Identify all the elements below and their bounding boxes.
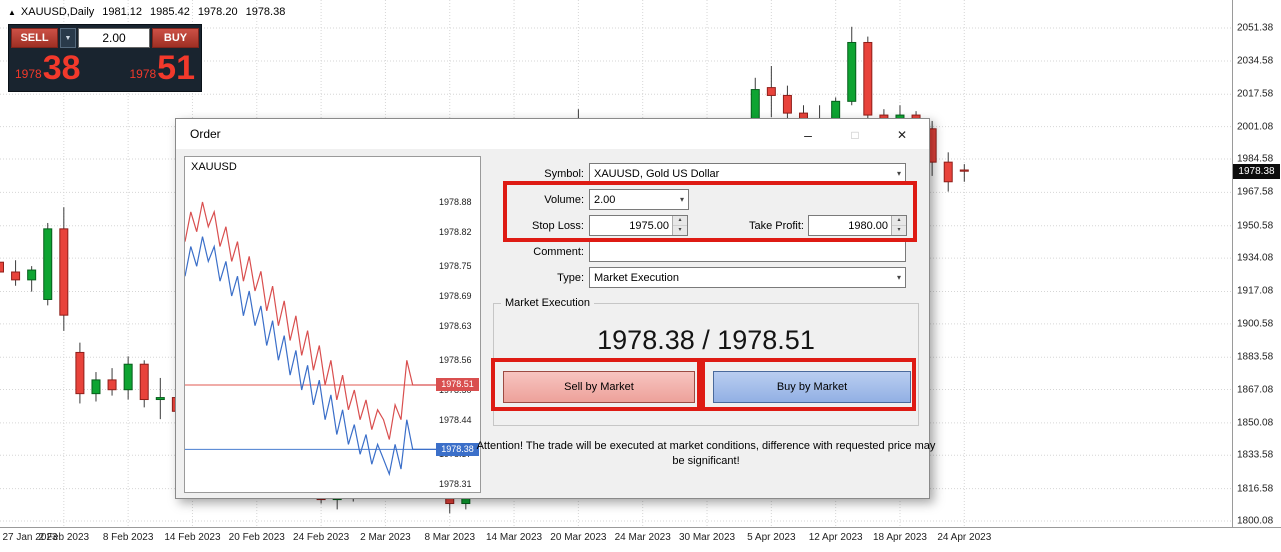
up-triangle-icon: ▲ xyxy=(8,8,16,17)
stop-loss-input[interactable] xyxy=(590,216,672,235)
take-profit-input[interactable] xyxy=(809,216,891,235)
stop-loss-increment-button[interactable]: ▴ xyxy=(673,216,687,226)
volume-quick-input[interactable]: 2.00 xyxy=(78,28,150,48)
date-tick-label: 8 Feb 2023 xyxy=(103,532,154,543)
candle xyxy=(12,272,20,280)
buy-price-pips: 51 xyxy=(157,52,195,84)
ask-price-tag: 1978.51 xyxy=(436,378,479,391)
candle xyxy=(783,95,791,113)
market-execution-groupbox xyxy=(493,303,919,426)
order-type-combobox[interactable]: Market Execution ▾ xyxy=(589,267,906,288)
candle xyxy=(767,88,775,96)
tick-chart: 1978.881978.821978.751978.691978.631978.… xyxy=(184,156,481,493)
attention-text: Attention! The trade will be executed at… xyxy=(471,439,941,469)
symbol-value: XAUUSD, Gold US Dollar xyxy=(594,168,719,180)
candle xyxy=(108,380,116,390)
take-profit-field[interactable]: ▴ ▾ xyxy=(808,215,907,236)
candle xyxy=(944,162,952,182)
dialog-titlebar[interactable]: Order – □ ✕ xyxy=(176,119,929,149)
date-axis-divider xyxy=(0,527,1281,528)
buy-price-display: 1978 51 xyxy=(129,52,195,84)
current-price-tag: 1978.38 xyxy=(1233,164,1280,179)
candle xyxy=(848,42,856,101)
date-tick-label: 24 Feb 2023 xyxy=(293,532,349,543)
buy-button[interactable]: BUY xyxy=(152,28,199,48)
date-tick-label: 27 Jan 2023 xyxy=(2,532,57,543)
type-label: Type: xyxy=(499,272,584,284)
caret-down-icon: ▼ xyxy=(65,35,72,42)
volume-dropdown-caret[interactable]: ▼ xyxy=(60,28,76,48)
date-tick-label: 5 Apr 2023 xyxy=(747,532,795,543)
chart-symbol-period: XAUUSD,Daily xyxy=(21,6,94,18)
ohlc-low: 1978.20 xyxy=(198,6,238,18)
take-profit-increment-button[interactable]: ▴ xyxy=(892,216,906,226)
date-tick-label: 8 Mar 2023 xyxy=(424,532,475,543)
candle xyxy=(0,262,4,272)
stop-loss-decrement-button[interactable]: ▾ xyxy=(673,226,687,235)
dialog-title: Order xyxy=(190,119,221,149)
tick-chart-canvas xyxy=(185,157,480,492)
chevron-down-icon[interactable]: ▾ xyxy=(897,169,901,178)
one-click-trading-panel: SELL ▼ 2.00 BUY 1978 38 1978 51 xyxy=(8,24,202,92)
candle xyxy=(60,229,68,315)
date-tick-label: 18 Apr 2023 xyxy=(873,532,927,543)
take-profit-label: Take Profit: xyxy=(716,220,804,232)
date-tick-label: 20 Mar 2023 xyxy=(550,532,606,543)
chevron-down-icon[interactable]: ▾ xyxy=(897,273,901,282)
candle xyxy=(124,364,132,390)
candle xyxy=(864,42,872,115)
date-tick-label: 14 Feb 2023 xyxy=(164,532,220,543)
candle xyxy=(156,398,164,400)
comment-label: Comment: xyxy=(499,246,584,258)
date-tick-label: 20 Feb 2023 xyxy=(229,532,285,543)
date-tick-label: 30 Mar 2023 xyxy=(679,532,735,543)
order-dialog: Order – □ ✕ 1978.881978.821978.751978.69… xyxy=(175,118,930,499)
date-tick-label: 24 Mar 2023 xyxy=(615,532,671,543)
maximize-button[interactable]: □ xyxy=(838,122,872,146)
tick-chart-symbol: XAUUSD xyxy=(191,161,237,173)
metatrader-window: 2051.382034.582017.582001.081984.581967.… xyxy=(0,0,1281,552)
ohlc-open: 1981.12 xyxy=(102,6,142,18)
stop-loss-label: Stop Loss: xyxy=(499,220,584,232)
symbol-label: Symbol: xyxy=(499,168,584,180)
order-type-value: Market Execution xyxy=(594,272,679,284)
date-tick-label: 14 Mar 2023 xyxy=(486,532,542,543)
take-profit-decrement-button[interactable]: ▾ xyxy=(892,226,906,235)
comment-input[interactable] xyxy=(589,241,906,262)
candle xyxy=(76,352,84,393)
chevron-down-icon[interactable]: ▾ xyxy=(680,195,684,204)
price-axis-divider xyxy=(1232,0,1233,527)
date-tick-label: 2 Feb 2023 xyxy=(39,532,90,543)
chart-ohlc-header: ▲ XAUUSD,Daily 1981.12 1985.42 1978.20 1… xyxy=(8,6,285,18)
minimize-button[interactable]: – xyxy=(791,122,825,146)
volume-label: Volume: xyxy=(499,194,584,206)
ohlc-high: 1985.42 xyxy=(150,6,190,18)
buy-by-market-button[interactable]: Buy by Market xyxy=(713,371,911,403)
market-execution-group-label: Market Execution xyxy=(501,297,594,309)
candle xyxy=(28,270,36,280)
candle xyxy=(140,364,148,399)
date-tick-label: 12 Apr 2023 xyxy=(809,532,863,543)
candle xyxy=(960,170,968,171)
sell-button[interactable]: SELL xyxy=(11,28,58,48)
candle xyxy=(44,229,52,300)
ohlc-close: 1978.38 xyxy=(246,6,286,18)
sell-price-display: 1978 38 xyxy=(15,52,81,84)
volume-value: 2.00 xyxy=(594,194,615,206)
symbol-combobox[interactable]: XAUUSD, Gold US Dollar ▾ xyxy=(589,163,906,184)
bid-ask-price-display: 1978.38 / 1978.51 xyxy=(493,325,919,356)
close-icon[interactable]: ✕ xyxy=(885,122,919,146)
sell-by-market-button[interactable]: Sell by Market xyxy=(503,371,695,403)
sell-price-handle: 1978 xyxy=(15,67,42,81)
date-tick-label: 24 Apr 2023 xyxy=(937,532,991,543)
stop-loss-field[interactable]: ▴ ▾ xyxy=(589,215,688,236)
volume-combobox[interactable]: 2.00 ▾ xyxy=(589,189,689,210)
date-tick-label: 2 Mar 2023 xyxy=(360,532,411,543)
sell-price-pips: 38 xyxy=(43,52,81,84)
buy-price-handle: 1978 xyxy=(129,67,156,81)
candle xyxy=(92,380,100,394)
